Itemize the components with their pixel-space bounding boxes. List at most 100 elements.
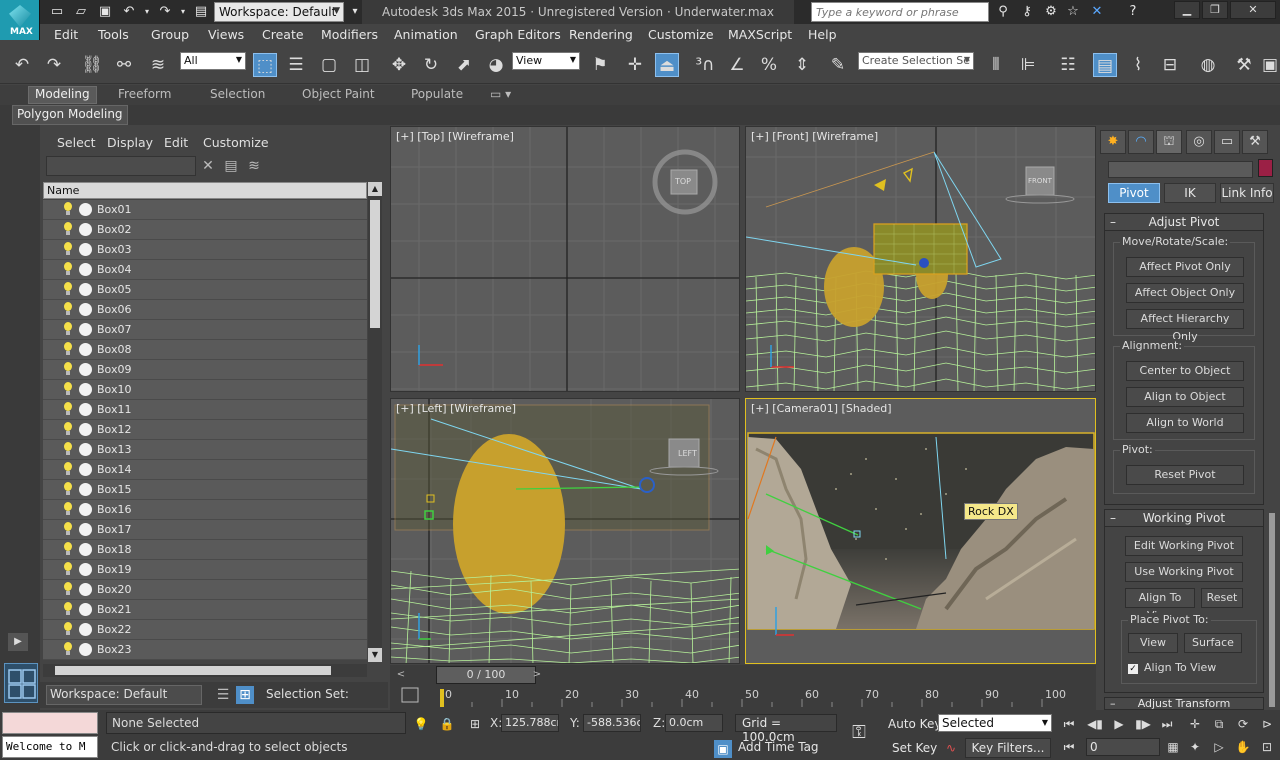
previous-frame-icon[interactable]: <: [394, 667, 408, 683]
unlink-icon[interactable]: ⚯: [112, 53, 136, 77]
maxscript-listener-input[interactable]: [2, 712, 98, 734]
open-file-icon[interactable]: ▱: [72, 3, 90, 21]
time-slider-thumb[interactable]: 0 / 100: [436, 666, 536, 684]
mirror-icon[interactable]: ⫴: [984, 53, 1008, 77]
light-bulb-icon[interactable]: [63, 642, 73, 656]
pan-view-icon[interactable]: ✋: [1234, 738, 1252, 756]
list-item[interactable]: Box08: [43, 340, 367, 360]
render-toggle-icon[interactable]: [79, 563, 92, 576]
x-coordinate-field[interactable]: 125.788cm: [501, 714, 559, 732]
light-bulb-icon[interactable]: [63, 462, 73, 476]
viewport-front[interactable]: [+] [Front] [Wireframe] FRONT: [745, 126, 1096, 392]
menu-modifiers[interactable]: Modifiers: [321, 27, 378, 42]
subscription-icon[interactable]: ⚷: [1018, 3, 1036, 21]
list-item[interactable]: Box20: [43, 580, 367, 600]
light-bulb-icon[interactable]: [63, 282, 73, 296]
schematic-view-icon[interactable]: ⊟: [1158, 53, 1182, 77]
menu-rendering[interactable]: Rendering: [569, 27, 633, 42]
trackbar-config-icon[interactable]: [401, 687, 419, 703]
next-key-icon[interactable]: ▮▶: [1134, 715, 1152, 733]
angle-snap-icon[interactable]: ∠: [725, 53, 749, 77]
clear-filter-icon[interactable]: ✕: [199, 157, 217, 175]
workspace-select[interactable]: Workspace: Default ▼: [214, 2, 344, 22]
affect-object-only-button[interactable]: Affect Object Only: [1126, 283, 1244, 303]
isolate-selection-icon[interactable]: 💡: [412, 715, 430, 733]
maxscript-listener-output[interactable]: Welcome to M: [2, 736, 98, 758]
command-panel-scrollbar[interactable]: [1269, 513, 1275, 707]
object-color-swatch[interactable]: [1258, 159, 1273, 177]
menu-help[interactable]: Help: [808, 27, 837, 42]
edit-working-pivot-button[interactable]: Edit Working Pivot: [1125, 536, 1243, 556]
render-toggle-icon[interactable]: [79, 543, 92, 556]
sort-icon[interactable]: ≋: [245, 157, 263, 175]
viewcube-left-label[interactable]: LEFT: [678, 449, 697, 458]
light-bulb-icon[interactable]: [63, 322, 73, 336]
zoom-all-icon[interactable]: ⧉: [1210, 715, 1228, 733]
explorer-search-input[interactable]: [46, 156, 196, 176]
create-tab-icon[interactable]: ✸: [1100, 130, 1126, 154]
center-to-object-button[interactable]: Center to Object: [1126, 361, 1244, 381]
render-toggle-icon[interactable]: [79, 303, 92, 316]
favorites-icon[interactable]: ☆: [1064, 3, 1082, 21]
rollout-header[interactable]: – Adjust Transform: [1105, 698, 1263, 709]
select-object-icon[interactable]: ⬚: [253, 53, 277, 77]
render-toggle-icon[interactable]: [79, 643, 92, 656]
place-pivot-view-button[interactable]: View: [1128, 633, 1178, 653]
list-item[interactable]: Box22: [43, 620, 367, 640]
render-toggle-icon[interactable]: [79, 463, 92, 476]
align-to-view-button[interactable]: Align To View: [1125, 588, 1195, 622]
spinner-snap-icon[interactable]: ⇕: [790, 53, 814, 77]
select-and-move-icon[interactable]: ✥: [387, 53, 411, 77]
list-item[interactable]: Box07: [43, 320, 367, 340]
list-item[interactable]: Box21: [43, 600, 367, 620]
close-button[interactable]: ✕: [1230, 1, 1276, 19]
find-icon[interactable]: ▤: [222, 157, 240, 175]
light-bulb-icon[interactable]: [63, 202, 73, 216]
menu-customize[interactable]: Customize: [648, 27, 714, 42]
light-bulb-icon[interactable]: [63, 622, 73, 636]
render-toggle-icon[interactable]: [79, 483, 92, 496]
maximize-viewport-icon[interactable]: ⊡: [1258, 738, 1276, 756]
search-input[interactable]: [811, 2, 989, 22]
column-header-name[interactable]: Name: [43, 182, 367, 199]
binoculars-icon[interactable]: ⚲: [994, 3, 1012, 21]
menu-group[interactable]: Group: [151, 27, 189, 42]
rectangular-selection-icon[interactable]: ▢: [317, 53, 341, 77]
reference-coordinate-select[interactable]: View ▼: [512, 52, 580, 70]
light-bulb-icon[interactable]: [63, 562, 73, 576]
scrollbar-thumb[interactable]: [55, 666, 331, 675]
align-to-object-button[interactable]: Align to Object: [1126, 387, 1244, 407]
undo-dropdown-icon[interactable]: ▾: [138, 3, 156, 21]
list-item[interactable]: Box18: [43, 540, 367, 560]
go-to-start-icon[interactable]: ⏮: [1060, 715, 1078, 733]
reset-pivot-button[interactable]: Reset Pivot: [1126, 465, 1244, 485]
light-bulb-icon[interactable]: [63, 402, 73, 416]
align-icon[interactable]: ⊫: [1016, 53, 1040, 77]
key-filters-button[interactable]: Key Filters...: [965, 738, 1051, 758]
minimize-button[interactable]: ▁: [1174, 1, 1200, 19]
list-item[interactable]: Box01: [43, 200, 367, 220]
render-toggle-icon[interactable]: [79, 343, 92, 356]
edit-named-selection-icon[interactable]: ✎: [826, 53, 850, 77]
use-working-pivot-button[interactable]: Use Working Pivot: [1125, 562, 1243, 582]
redo-icon[interactable]: ↷: [156, 3, 174, 21]
undo-icon[interactable]: ↶: [10, 53, 34, 77]
render-toggle-icon[interactable]: [79, 283, 92, 296]
scroll-down-icon[interactable]: ▼: [368, 648, 382, 662]
y-coordinate-field[interactable]: -588.536cr: [583, 714, 641, 732]
list-item[interactable]: Box12: [43, 420, 367, 440]
time-configuration-icon[interactable]: ▦: [1164, 738, 1182, 756]
rollout-header[interactable]: – Working Pivot: [1105, 510, 1263, 527]
window-crossing-icon[interactable]: ◫: [350, 53, 374, 77]
save-file-icon[interactable]: ▣: [96, 3, 114, 21]
maximize-button[interactable]: ❐: [1202, 1, 1228, 19]
viewport-label[interactable]: [+] [Left] [Wireframe]: [396, 402, 516, 415]
menu-tools[interactable]: Tools: [98, 27, 129, 42]
list-item[interactable]: Box04: [43, 260, 367, 280]
reset-working-pivot-button[interactable]: Reset: [1201, 588, 1243, 608]
track-bar[interactable]: 0 10 20 30 40 50 60 70 80 90 100: [390, 685, 1096, 710]
viewport-label[interactable]: [+] [Camera01] [Shaded]: [751, 402, 892, 415]
named-selection-sets-select[interactable]: Create Selection Se ▼: [858, 52, 974, 70]
list-item[interactable]: Box19: [43, 560, 367, 580]
go-to-end-icon[interactable]: ⏭: [1158, 715, 1176, 733]
